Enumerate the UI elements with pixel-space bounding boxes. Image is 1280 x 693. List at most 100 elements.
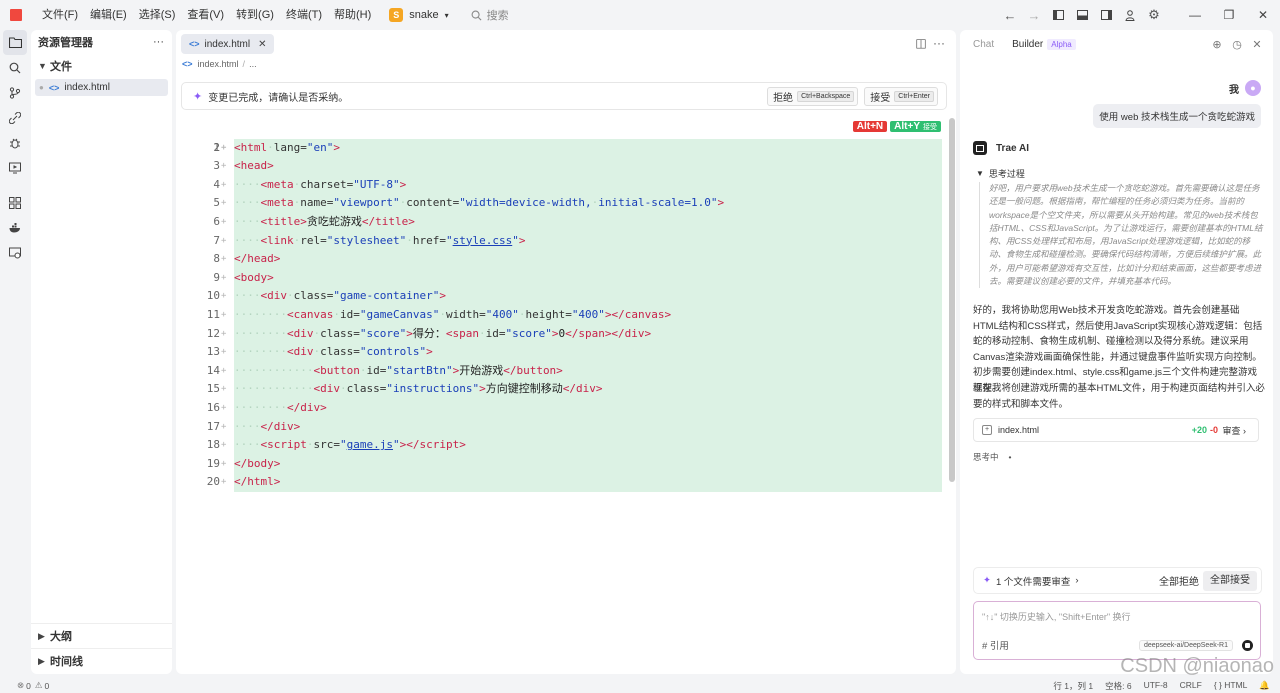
remote-icon[interactable] bbox=[0, 105, 30, 130]
outline-section[interactable]: ▶ 大纲 bbox=[31, 623, 172, 648]
sparkle-icon: ✦ bbox=[193, 90, 203, 103]
file-item-index-html[interactable]: ● <> index.html bbox=[35, 79, 168, 96]
tab-label: index.html bbox=[204, 38, 251, 50]
reject-all-button[interactable]: 全部拒绝 bbox=[1159, 573, 1199, 588]
encoding[interactable]: UTF-8 bbox=[1144, 680, 1168, 692]
accept-all-button[interactable]: 全部接受 bbox=[1203, 571, 1257, 591]
eol[interactable]: CRLF bbox=[1180, 680, 1202, 692]
reject-change-button[interactable]: Alt+N bbox=[852, 121, 888, 132]
minimize-icon[interactable]: — bbox=[1178, 0, 1212, 30]
chevron-right-icon: ▶ bbox=[38, 630, 45, 641]
menu-selection[interactable]: 选择(S) bbox=[133, 0, 182, 30]
menu-terminal[interactable]: 终端(T) bbox=[280, 0, 328, 30]
reference-button[interactable]: # 引用 bbox=[982, 638, 1009, 652]
model-selector[interactable]: deepseek-ai/DeepSeek-R1 bbox=[1138, 640, 1233, 651]
docker-icon[interactable] bbox=[0, 215, 30, 240]
code-line: 2 + <html·lang="en"> bbox=[176, 138, 956, 158]
code-line: 15 + ············<div·class="instructions"… bbox=[176, 380, 956, 399]
close-icon[interactable]: ✕ bbox=[1246, 0, 1280, 30]
preview-icon[interactable] bbox=[0, 155, 30, 180]
menu-file[interactable]: 文件(F) bbox=[36, 0, 84, 30]
close-icon[interactable]: ✕ bbox=[258, 39, 266, 50]
debug-icon[interactable] bbox=[0, 130, 30, 155]
error-count: 0 bbox=[26, 680, 31, 691]
accept-button[interactable]: 接受 Ctrl+Enter bbox=[864, 87, 938, 106]
menu-view[interactable]: 查看(V) bbox=[181, 0, 230, 30]
code-line: 1+ <!DOCTYPE·html> Alt+N Alt+Y接受 bbox=[176, 120, 956, 176]
app-logo bbox=[10, 9, 22, 21]
language-mode[interactable]: { } HTML bbox=[1214, 680, 1248, 692]
status-bar: ⊗ 0 ⚠ 0 行 1，列 1 空格: 6 UTF-8 CRLF { } HTM… bbox=[0, 677, 1280, 693]
file-item-label: index.html bbox=[64, 82, 110, 93]
tab-index-html[interactable]: <> index.html ✕ bbox=[181, 34, 275, 54]
indentation[interactable]: 空格: 6 bbox=[1105, 680, 1131, 692]
error-icon: ⊗ bbox=[17, 680, 25, 690]
html-file-icon: <> bbox=[189, 39, 200, 49]
review-link[interactable]: 审查 › bbox=[1222, 424, 1246, 437]
explorer-panel: 资源管理器 ··· ▼ 文件 ● <> index.html ▶ 大纲 ▶ 时间… bbox=[31, 30, 172, 674]
project-badge: S bbox=[389, 8, 404, 22]
chat-tabs: Chat Builder Alpha ⊕ ◷ ✕ bbox=[960, 30, 1273, 58]
chat-input[interactable]: "↑↓" 切换历史输入, "Shift+Enter" 换行 # 引用 deeps… bbox=[973, 601, 1261, 660]
files-section[interactable]: ▼ 文件 bbox=[31, 55, 172, 77]
code-line: 9 + <body> bbox=[176, 268, 956, 288]
problems-indicator[interactable]: ⊗ 0 ⚠ 0 bbox=[17, 680, 49, 691]
user-message: 使用 web 技术栈生成一个贪吃蛇游戏 bbox=[1093, 104, 1261, 128]
extensions-icon[interactable] bbox=[0, 190, 30, 215]
editor-scrollbar[interactable] bbox=[949, 118, 955, 482]
changed-file-card[interactable]: + index.html +20 -0 审查 › bbox=[973, 418, 1259, 442]
code-line: 4 + ····<meta·charset="UTF-8"> bbox=[176, 175, 956, 195]
breadcrumb-file[interactable]: index.html bbox=[198, 59, 239, 69]
history-icon[interactable]: ◷ bbox=[1227, 38, 1247, 51]
notifications-icon[interactable]: 🔔 bbox=[1259, 680, 1270, 692]
reject-shortcut: Ctrl+Backspace bbox=[797, 91, 855, 102]
code-area[interactable]: 1+ <!DOCTYPE·html> Alt+N Alt+Y接受 2+<html… bbox=[176, 120, 956, 492]
timeline-section[interactable]: ▶ 时间线 bbox=[31, 648, 172, 673]
answer-paragraph-2: 现在我将创建游戏所需的基本HTML文件，用于构建页面结构并引入必要的样式和脚本文… bbox=[973, 383, 1265, 410]
search-icon bbox=[471, 10, 482, 20]
settings-gear-icon[interactable]: ⚙ bbox=[1143, 4, 1165, 26]
forward-arrow-icon[interactable]: → bbox=[1023, 4, 1045, 26]
back-arrow-icon[interactable]: ← bbox=[999, 4, 1021, 26]
thinking-toggle[interactable]: ▼ 思考过程 bbox=[976, 167, 1025, 180]
restore-icon[interactable]: ❐ bbox=[1212, 0, 1246, 30]
more-icon[interactable]: ··· bbox=[930, 36, 948, 50]
project-selector[interactable]: S snake ▾ bbox=[389, 8, 449, 22]
explorer-header: 资源管理器 ··· bbox=[31, 30, 172, 54]
source-control-icon[interactable] bbox=[0, 80, 30, 105]
close-icon[interactable]: ✕ bbox=[1247, 38, 1267, 51]
toggle-panel-icon[interactable] bbox=[1071, 4, 1093, 26]
alpha-badge: Alpha bbox=[1047, 38, 1076, 50]
chevron-right-icon: ▶ bbox=[38, 655, 45, 666]
menu-help[interactable]: 帮助(H) bbox=[328, 0, 377, 30]
toggle-secondary-sidebar-icon[interactable] bbox=[1095, 4, 1117, 26]
tab-chat[interactable]: Chat bbox=[973, 39, 994, 50]
outline-label: 大纲 bbox=[50, 631, 72, 643]
menu-go[interactable]: 转到(G) bbox=[230, 0, 280, 30]
split-editor-icon[interactable]: ◫ bbox=[912, 36, 930, 50]
reject-button[interactable]: 拒绝 Ctrl+Backspace bbox=[767, 87, 859, 106]
code-line: 14 + ············<button·id="startBtn">开始游… bbox=[176, 361, 956, 381]
ai-chat-panel: Chat Builder Alpha ⊕ ◷ ✕ 我 ● 使用 web 技术栈生成… bbox=[960, 30, 1273, 674]
explorer-icon[interactable] bbox=[3, 30, 27, 55]
code-line: 19 + </body> bbox=[176, 454, 956, 474]
tab-builder[interactable]: Builder Alpha bbox=[1012, 38, 1076, 50]
more-icon[interactable]: ··· bbox=[153, 36, 164, 48]
cursor-position[interactable]: 行 1，列 1 bbox=[1053, 680, 1093, 692]
chevron-down-icon: ▼ bbox=[38, 61, 47, 71]
breadcrumb-more[interactable]: ... bbox=[249, 59, 257, 69]
file-add-icon: + bbox=[982, 425, 992, 435]
review-count[interactable]: 1 个文件需要审查 bbox=[996, 574, 1070, 588]
project-name: snake bbox=[409, 9, 439, 21]
menu-edit[interactable]: 编辑(E) bbox=[84, 0, 133, 30]
status-right: 行 1，列 1 空格: 6 UTF-8 CRLF { } HTML 🔔 bbox=[1041, 680, 1280, 692]
search-icon[interactable] bbox=[0, 55, 30, 80]
send-icon[interactable] bbox=[1242, 640, 1253, 651]
account-icon[interactable] bbox=[1119, 4, 1141, 26]
new-chat-icon[interactable]: ⊕ bbox=[1207, 38, 1227, 51]
thinking-status: 思考中 • bbox=[973, 452, 1012, 462]
toggle-sidebar-icon[interactable] bbox=[1047, 4, 1069, 26]
accept-change-button[interactable]: Alt+Y 接受 bbox=[890, 121, 941, 132]
remote-explorer-icon[interactable] bbox=[0, 240, 30, 265]
search-box[interactable]: 搜索 bbox=[471, 7, 509, 23]
